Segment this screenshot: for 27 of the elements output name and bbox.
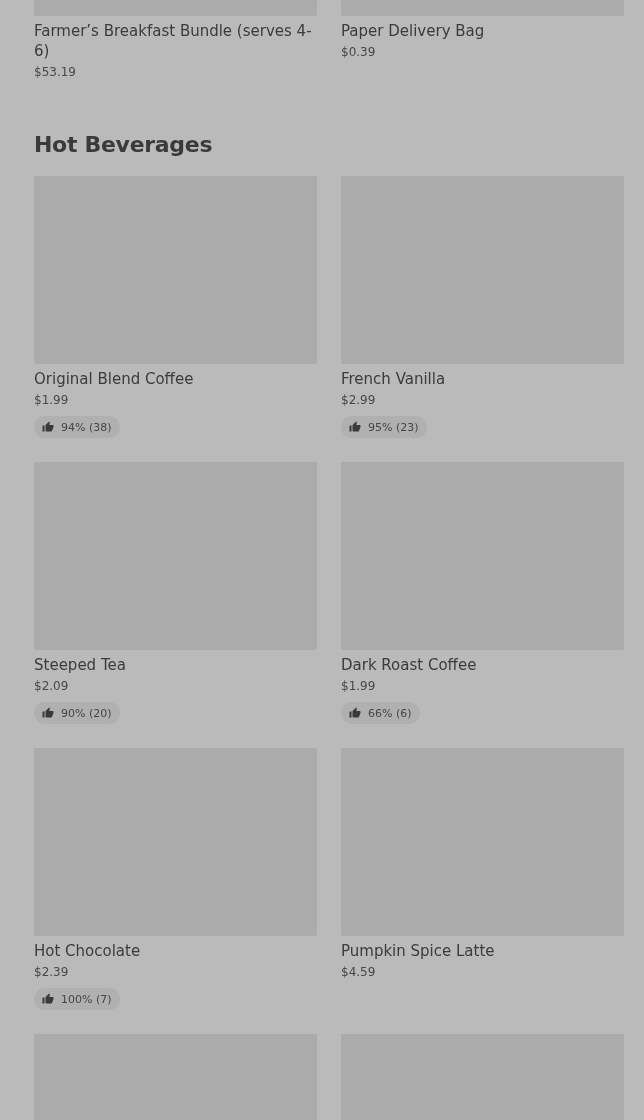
rating-text: 94% (38) [61, 420, 112, 434]
item-name: Steeped Tea [34, 655, 126, 675]
item-price: $2.39 [34, 964, 69, 980]
thumbs-up-icon [349, 707, 361, 719]
item-name: Hot Chocolate [34, 941, 141, 961]
item-price: $2.99 [341, 392, 376, 408]
item-name: Pumpkin Spice Latte [341, 941, 495, 961]
item-name: Original Blend Coffee [34, 369, 194, 389]
item-price: $1.99 [34, 392, 69, 408]
item-price: $53.19 [34, 64, 76, 80]
rating-text: 90% (20) [61, 706, 112, 720]
thumbs-up-icon [349, 421, 361, 433]
section-heading: Hot Beverages [34, 131, 214, 159]
rating-text: 66% (6) [368, 706, 412, 720]
rating-text: 95% (23) [368, 420, 419, 434]
item-price: $1.99 [341, 678, 376, 694]
item-price: $2.09 [34, 678, 69, 694]
rating-text: 100% (7) [61, 992, 112, 1006]
item-price: $4.59 [341, 964, 376, 980]
item-name: Paper Delivery Bag [341, 21, 485, 41]
item-name: Dark Roast Coffee [341, 655, 477, 675]
thumbs-up-icon [42, 707, 54, 719]
thumbs-up-icon [42, 993, 54, 1005]
item-name: Farmer’s Breakfast Bundle (serves 4-6) [34, 21, 313, 61]
item-price: $0.39 [341, 44, 376, 60]
thumbs-up-icon [42, 421, 54, 433]
item-name: French Vanilla [341, 369, 446, 389]
